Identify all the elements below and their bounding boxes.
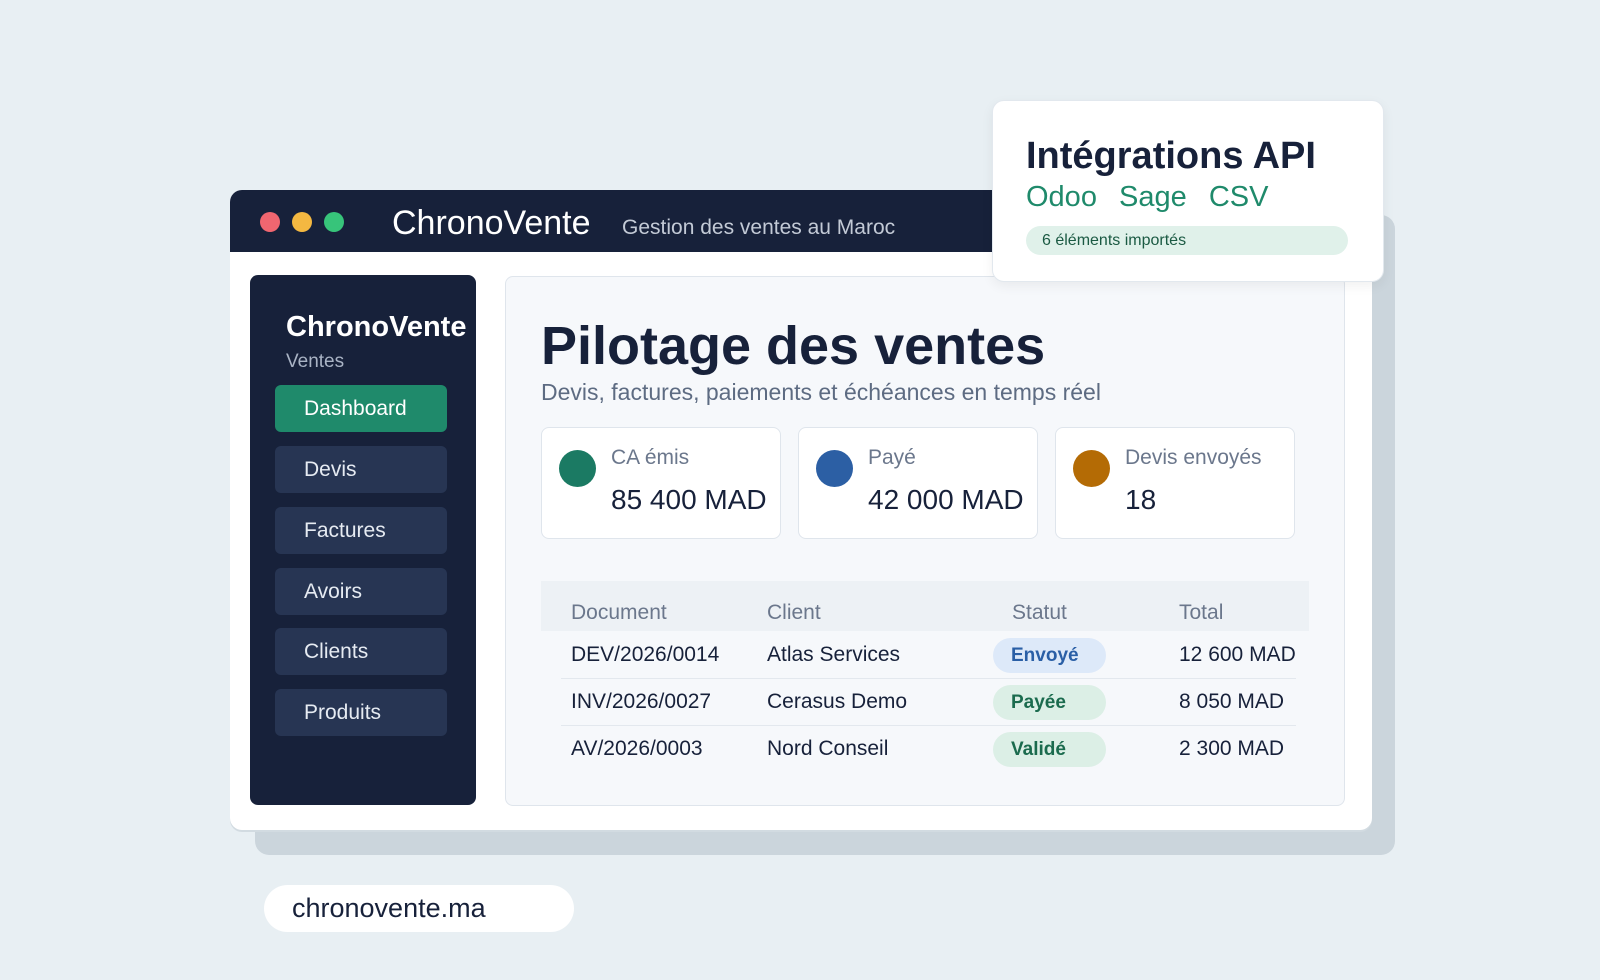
- cell-client: Nord Conseil: [767, 737, 889, 760]
- integrations-links: Odoo Sage CSV: [1026, 181, 1282, 214]
- status-badge: Payée: [993, 685, 1106, 720]
- minimize-window-button[interactable]: [292, 212, 312, 232]
- cell-client: Atlas Services: [767, 643, 901, 666]
- kpi-card-paye[interactable]: Payé 42 000 MAD: [798, 427, 1038, 539]
- column-header-client[interactable]: Client: [767, 601, 821, 625]
- column-header-total[interactable]: Total: [1179, 601, 1223, 625]
- sidebar-item-produits[interactable]: Produits: [275, 689, 447, 736]
- cell-document: AV/2026/0003: [571, 737, 703, 760]
- cell-client: Cerasus Demo: [767, 690, 908, 713]
- table-row[interactable]: AV/2026/0003 Nord Conseil Validé 2 300 M…: [561, 725, 1296, 772]
- cell-document: INV/2026/0027: [571, 690, 712, 713]
- cell-total: 8 050 MAD: [1179, 690, 1285, 713]
- status-badge: Validé: [993, 732, 1106, 767]
- app-window: ChronoVente Gestion des ventes au Maroc …: [230, 190, 1372, 830]
- kpi-value: 42 000 MAD: [868, 484, 1024, 515]
- website-url[interactable]: chronovente.ma: [264, 885, 574, 932]
- integrations-card: Intégrations API Odoo Sage CSV 6 élément…: [992, 100, 1384, 282]
- table-row[interactable]: DEV/2026/0014 Atlas Services Envoyé 12 6…: [561, 631, 1296, 679]
- page-title: Pilotage des ventes: [541, 316, 1046, 376]
- sidebar-item-clients[interactable]: Clients: [275, 628, 447, 675]
- kpi-card-ca-emis[interactable]: CA émis 85 400 MAD: [541, 427, 781, 539]
- main-panel: Pilotage des ventes Devis, factures, pai…: [505, 276, 1345, 806]
- integration-link-csv[interactable]: CSV: [1209, 181, 1269, 213]
- cell-total: 12 600 MAD: [1179, 643, 1296, 666]
- kpi-card-devis-envoyes[interactable]: Devis envoyés 18: [1055, 427, 1295, 539]
- sidebar-item-factures[interactable]: Factures: [275, 507, 447, 554]
- cell-total: 2 300 MAD: [1179, 737, 1285, 760]
- kpi-value: 18: [1125, 484, 1157, 515]
- kpi-label: Payé: [868, 446, 916, 469]
- app-title: ChronoVente: [392, 204, 591, 242]
- kpi-dot-icon: [559, 450, 596, 487]
- sidebar-item-avoirs[interactable]: Avoirs: [275, 568, 447, 615]
- table-header: Document Client Statut Total: [541, 581, 1309, 631]
- sidebar-item-dashboard[interactable]: Dashboard: [275, 385, 447, 432]
- page-subtitle: Devis, factures, paiements et échéances …: [541, 379, 1101, 405]
- close-window-button[interactable]: [260, 212, 280, 232]
- maximize-window-button[interactable]: [324, 212, 344, 232]
- kpi-value: 85 400 MAD: [611, 484, 767, 515]
- import-status-badge: 6 éléments importés: [1026, 226, 1348, 255]
- kpi-dot-icon: [816, 450, 853, 487]
- kpi-label: CA émis: [611, 446, 690, 469]
- integration-link-odoo[interactable]: Odoo: [1026, 181, 1097, 213]
- sidebar: ChronoVente Ventes Dashboard Devis Factu…: [250, 275, 476, 805]
- sidebar-item-devis[interactable]: Devis: [275, 446, 447, 493]
- table-row[interactable]: INV/2026/0027 Cerasus Demo Payée 8 050 M…: [561, 678, 1296, 726]
- status-badge: Envoyé: [993, 638, 1106, 673]
- column-header-document[interactable]: Document: [571, 601, 667, 625]
- column-header-statut[interactable]: Statut: [1012, 601, 1067, 625]
- integration-link-sage[interactable]: Sage: [1119, 181, 1187, 213]
- cell-document: DEV/2026/0014: [571, 643, 720, 666]
- sidebar-section-label: Ventes: [286, 351, 345, 372]
- sidebar-brand: ChronoVente: [286, 311, 467, 343]
- kpi-dot-icon: [1073, 450, 1110, 487]
- kpi-label: Devis envoyés: [1125, 446, 1262, 469]
- integrations-title: Intégrations API: [1026, 135, 1316, 177]
- app-subtitle: Gestion des ventes au Maroc: [622, 216, 896, 239]
